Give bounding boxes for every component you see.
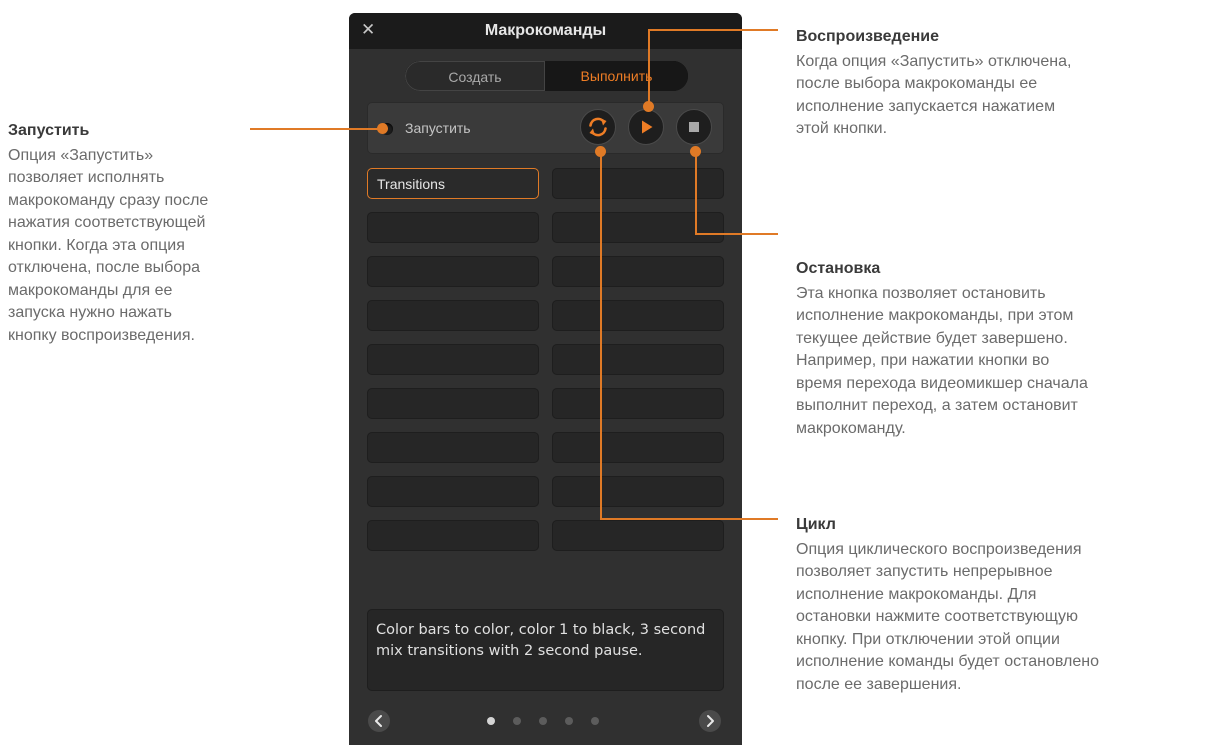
- next-page-button[interactable]: [699, 710, 721, 732]
- control-bar: Запустить: [367, 102, 724, 154]
- macro-slot[interactable]: [367, 300, 539, 331]
- annotation-loop: Цикл Опция циклического воспроизведения …: [796, 514, 1206, 696]
- page-dot-4[interactable]: [565, 717, 573, 725]
- macro-slot[interactable]: [552, 168, 724, 199]
- macros-panel: ✕ Макрокоманды Создать Выполнить Запусти…: [349, 13, 742, 745]
- page-dot-1[interactable]: [487, 717, 495, 725]
- leader-dot-loop: [595, 146, 606, 157]
- macro-slot[interactable]: [552, 344, 724, 375]
- macro-slot[interactable]: [367, 256, 539, 287]
- annotation-run-text: Опция «Запустить» позволяет исполнять ма…: [8, 146, 209, 344]
- annotation-loop-title: Цикл: [796, 516, 836, 533]
- leader-line-play-h: [648, 29, 778, 31]
- macro-slot[interactable]: [552, 432, 724, 463]
- macro-slot-transitions[interactable]: Transitions: [367, 168, 539, 199]
- leader-dot-play: [643, 101, 654, 112]
- stop-button[interactable]: [676, 109, 712, 145]
- chevron-right-icon: [707, 715, 714, 727]
- page-dot-2[interactable]: [513, 717, 521, 725]
- annotation-loop-text: Опция циклического воспроизведения позво…: [796, 540, 1099, 693]
- annotation-play: Воспроизведение Когда опция «Запустить» …: [796, 26, 1196, 141]
- macro-slot[interactable]: [367, 432, 539, 463]
- macro-slot[interactable]: [367, 520, 539, 551]
- leader-line-loop-h: [600, 518, 778, 520]
- macro-slot[interactable]: [552, 300, 724, 331]
- macro-slot[interactable]: [552, 212, 724, 243]
- macro-slot[interactable]: [367, 476, 539, 507]
- play-icon: [642, 120, 653, 134]
- macro-slot[interactable]: [367, 344, 539, 375]
- tab-create[interactable]: Создать: [405, 61, 545, 91]
- annotation-stop: Остановка Эта кнопка позволяет остановит…: [796, 258, 1206, 440]
- tab-run[interactable]: Выполнить: [545, 61, 688, 91]
- leader-line-run: [250, 128, 382, 130]
- annotation-stop-title: Остановка: [796, 260, 881, 277]
- panel-titlebar: ✕ Макрокоманды: [349, 13, 742, 49]
- leader-dot-run: [377, 123, 388, 134]
- page-dot-3[interactable]: [539, 717, 547, 725]
- macro-slot-label: Transitions: [377, 176, 445, 192]
- run-option-label: Запустить: [405, 120, 471, 136]
- macro-slot[interactable]: [552, 256, 724, 287]
- page-dot-5[interactable]: [591, 717, 599, 725]
- mode-switch: Создать Выполнить: [405, 61, 688, 91]
- annotation-run-title: Запустить: [8, 122, 90, 139]
- loop-icon: [589, 117, 607, 137]
- play-button[interactable]: [628, 109, 664, 145]
- leader-line-stop-h: [695, 233, 778, 235]
- annotation-play-text: Когда опция «Запустить» отключена, после…: [796, 52, 1072, 138]
- macro-description-text: Color bars to color, color 1 to black, 3…: [376, 622, 706, 659]
- annotation-stop-text: Эта кнопка позволяет остановить исполнен…: [796, 284, 1088, 437]
- leader-line-stop-v: [695, 152, 697, 234]
- leader-line-play-v: [648, 29, 650, 105]
- stop-icon: [689, 122, 699, 132]
- macro-slot[interactable]: [552, 388, 724, 419]
- prev-page-button[interactable]: [368, 710, 390, 732]
- macro-slot[interactable]: [367, 388, 539, 419]
- annotation-play-title: Воспроизведение: [796, 28, 939, 45]
- leader-line-loop-v: [600, 152, 602, 520]
- panel-title: Макрокоманды: [484, 22, 607, 39]
- macro-slot[interactable]: [552, 476, 724, 507]
- loop-button[interactable]: [580, 109, 616, 145]
- chevron-left-icon: [375, 715, 382, 727]
- macro-slot[interactable]: [552, 520, 724, 551]
- annotation-run: Запустить Опция «Запустить» позволяет ис…: [8, 120, 308, 347]
- macro-slot[interactable]: [367, 212, 539, 243]
- leader-dot-stop: [690, 146, 701, 157]
- macro-description: Color bars to color, color 1 to black, 3…: [367, 609, 724, 691]
